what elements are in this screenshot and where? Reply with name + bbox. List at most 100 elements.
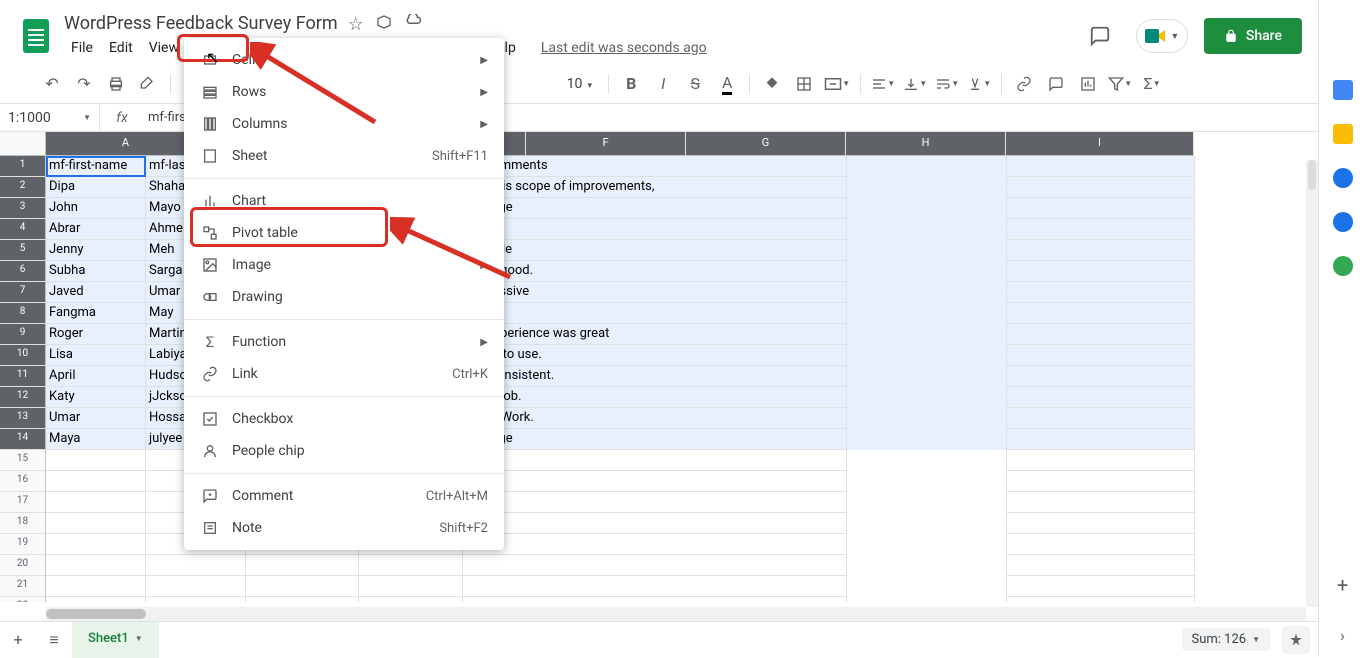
cell[interactable]	[1007, 261, 1195, 282]
cell[interactable]: Horrible	[463, 240, 847, 261]
menu-item-checkbox[interactable]: Checkbox	[184, 403, 504, 435]
redo-icon[interactable]: ↷	[70, 70, 98, 98]
row-header[interactable]: 9	[0, 324, 46, 345]
cell[interactable]	[1007, 408, 1195, 429]
cloud-status-icon[interactable]	[404, 14, 422, 32]
row-header[interactable]: 20	[0, 555, 46, 576]
cell[interactable]	[463, 555, 847, 576]
text-wrap-icon[interactable]: ▼	[933, 70, 961, 98]
cell[interactable]: Average	[463, 429, 847, 450]
row-header[interactable]: 22	[0, 597, 46, 602]
cell[interactable]	[246, 576, 359, 597]
cell[interactable]	[1007, 555, 1195, 576]
menu-file[interactable]: File	[64, 36, 100, 60]
add-sheet-button[interactable]: +	[0, 622, 36, 658]
cell[interactable]: April	[46, 366, 146, 387]
calendar-icon[interactable]	[1333, 80, 1353, 100]
cell[interactable]	[359, 555, 463, 576]
cell[interactable]: Javed	[46, 282, 146, 303]
cell[interactable]: It's ok to use.	[463, 345, 847, 366]
cell[interactable]	[46, 534, 146, 555]
undo-icon[interactable]: ↶	[38, 70, 66, 98]
doc-title[interactable]: WordPress Feedback Survey Form	[64, 13, 338, 34]
cell[interactable]	[463, 513, 847, 534]
cell[interactable]: Not consistent.	[463, 366, 847, 387]
insert-link-icon[interactable]	[1010, 70, 1038, 98]
meet-button[interactable]: ▼	[1136, 19, 1188, 53]
cell[interactable]	[359, 576, 463, 597]
insert-comment-icon[interactable]	[1042, 70, 1070, 98]
menu-item-rows[interactable]: Rows▶	[184, 76, 504, 108]
fill-color-icon[interactable]	[758, 70, 786, 98]
merge-cells-icon[interactable]: ▼	[822, 70, 852, 98]
cell[interactable]	[1007, 597, 1195, 602]
cell[interactable]	[246, 597, 359, 602]
col-header[interactable]: I	[1006, 132, 1194, 156]
row-header[interactable]: 15	[0, 450, 46, 471]
row-header[interactable]: 13	[0, 408, 46, 429]
menu-view[interactable]: View	[142, 36, 186, 60]
menu-item-comment[interactable]: CommentCtrl+Alt+M	[184, 480, 504, 512]
sheet-tab[interactable]: Sheet1▼	[72, 622, 159, 658]
cell[interactable]: Roger	[46, 324, 146, 345]
cell[interactable]	[1007, 366, 1195, 387]
cell[interactable]	[46, 597, 146, 602]
cell[interactable]: Dipa	[46, 177, 146, 198]
row-header[interactable]: 8	[0, 303, 46, 324]
cell[interactable]	[146, 597, 246, 602]
cell[interactable]: Impressive	[463, 282, 847, 303]
cell[interactable]	[1007, 534, 1195, 555]
app-logo[interactable]	[16, 16, 56, 56]
cell[interactable]	[1007, 513, 1195, 534]
cell[interactable]	[463, 492, 847, 513]
select-all-corner[interactable]	[0, 132, 46, 156]
cell[interactable]	[463, 576, 847, 597]
cell[interactable]	[359, 597, 463, 602]
paint-format-icon[interactable]	[134, 70, 162, 98]
cell[interactable]	[1007, 345, 1195, 366]
cell[interactable]	[463, 450, 847, 471]
col-header[interactable]: H	[846, 132, 1006, 156]
cell[interactable]	[847, 597, 1007, 602]
cell[interactable]: My experience was great	[463, 324, 847, 345]
all-sheets-button[interactable]: ≡	[36, 622, 72, 658]
share-button[interactable]: Share	[1204, 18, 1302, 54]
menu-item-people-chip[interactable]: People chip	[184, 435, 504, 467]
menu-item-sheet[interactable]: SheetShift+F11	[184, 140, 504, 172]
menu-item-drawing[interactable]: Drawing	[184, 281, 504, 313]
col-header[interactable]: G	[686, 132, 846, 156]
cell[interactable]	[463, 471, 847, 492]
row-header[interactable]: 1	[0, 156, 46, 177]
last-edit-link[interactable]: Last edit was seconds ago	[541, 40, 707, 56]
cell[interactable]: Good	[463, 219, 847, 240]
vertical-align-icon[interactable]: ▼	[901, 70, 929, 98]
cell[interactable]: Fangma	[46, 303, 146, 324]
cell[interactable]	[1007, 198, 1195, 219]
cell[interactable]	[1007, 324, 1195, 345]
horizontal-align-icon[interactable]: ▼	[869, 70, 897, 98]
add-addon-icon[interactable]: +	[1337, 573, 1348, 597]
cell[interactable]: Average	[463, 198, 847, 219]
cell[interactable]	[1007, 219, 1195, 240]
col-header[interactable]: A	[46, 132, 206, 156]
name-box[interactable]: 1:1000▼	[0, 104, 100, 131]
cell[interactable]: Fairly good.	[463, 261, 847, 282]
cell[interactable]	[146, 576, 246, 597]
borders-icon[interactable]	[790, 70, 818, 98]
menu-edit[interactable]: Edit	[102, 36, 140, 60]
row-header[interactable]: 12	[0, 387, 46, 408]
cell[interactable]	[46, 555, 146, 576]
cell[interactable]	[1007, 492, 1195, 513]
tasks-icon[interactable]	[1333, 168, 1353, 188]
star-icon[interactable]: ☆	[348, 14, 366, 32]
cell[interactable]	[1007, 576, 1195, 597]
move-icon[interactable]	[376, 14, 394, 32]
contacts-icon[interactable]	[1333, 212, 1353, 232]
horizontal-scrollbar[interactable]	[46, 607, 1306, 621]
cell[interactable]: mf-comments	[463, 156, 847, 177]
row-header[interactable]: 7	[0, 282, 46, 303]
cell[interactable]	[1007, 429, 1195, 450]
cell[interactable]: Umar	[46, 408, 146, 429]
cell[interactable]: John	[46, 198, 146, 219]
explore-button[interactable]	[1282, 626, 1310, 654]
